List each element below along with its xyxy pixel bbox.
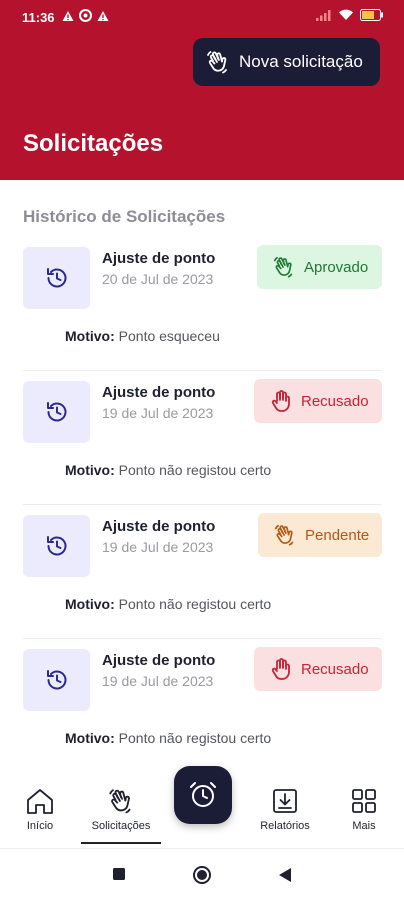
- request-title: Ajuste de ponto: [102, 652, 216, 669]
- back-button[interactable]: [278, 867, 292, 883]
- status-label: Recusado: [301, 660, 369, 678]
- hand-stop-icon: [271, 658, 290, 680]
- recents-button[interactable]: [112, 867, 126, 881]
- request-card[interactable]: Ajuste de ponto 19 de Jul de 2023 Recusa…: [0, 639, 404, 773]
- nav-label: Início: [26, 820, 54, 832]
- request-reason: Motivo: Ponto não registou certo: [65, 596, 271, 612]
- signal-icon: [316, 10, 331, 21]
- alarm-clock-icon: [190, 782, 216, 807]
- request-card[interactable]: Ajuste de ponto 20 de Jul de 2023 Aprova…: [0, 237, 404, 371]
- nav-item-mais[interactable]: Mais: [344, 787, 384, 832]
- history-icon-box: [23, 247, 90, 309]
- nav-label: Relatórios: [260, 820, 310, 832]
- download-icon: [273, 789, 297, 813]
- request-date: 19 de Jul de 2023: [102, 539, 214, 555]
- status-badge: Recusado: [254, 379, 382, 423]
- nav-item-relatorios[interactable]: Relatórios: [254, 787, 316, 832]
- request-title: Ajuste de ponto: [102, 250, 216, 267]
- request-reason: Motivo: Ponto não registou certo: [65, 462, 271, 478]
- page-title: Solicitações: [23, 130, 164, 157]
- nav-item-solicitacoes[interactable]: Solicitações: [84, 787, 158, 832]
- app-header: 11:36 Nova solicitação Solicitações: [0, 0, 404, 180]
- hand-wave-icon: [273, 256, 293, 278]
- reason-text: Ponto não registou certo: [118, 462, 272, 478]
- status-label: Pendente: [305, 526, 370, 544]
- hand-wave-icon: [109, 789, 131, 814]
- request-reason: Motivo: Ponto não registou certo: [65, 730, 271, 746]
- warning-icon: [97, 10, 109, 21]
- hand-wave-icon: [274, 524, 294, 546]
- status-time: 11:36: [22, 10, 55, 25]
- request-title: Ajuste de ponto: [102, 384, 216, 401]
- status-badge: Pendente: [258, 513, 382, 557]
- request-date: 19 de Jul de 2023: [102, 405, 214, 421]
- hand-stop-icon: [271, 390, 290, 412]
- history-icon-box: [23, 515, 90, 577]
- request-reason: Motivo: Ponto esqueceu: [65, 328, 220, 344]
- status-system-icons: [316, 9, 384, 21]
- reason-text: Ponto não registou certo: [118, 730, 272, 746]
- request-card[interactable]: Ajuste de ponto 19 de Jul de 2023 Penden…: [0, 505, 404, 639]
- reason-text: Ponto esqueceu: [118, 328, 220, 344]
- reason-label: Motivo:: [65, 328, 115, 344]
- request-title: Ajuste de ponto: [102, 518, 216, 535]
- history-icon: [46, 402, 66, 422]
- history-icon: [46, 536, 66, 556]
- status-badge: Recusado: [254, 647, 382, 691]
- app-notification-icon: [79, 9, 92, 22]
- reason-label: Motivo:: [65, 462, 115, 478]
- status-badge: Aprovado: [257, 245, 382, 289]
- warning-icon: [62, 10, 74, 21]
- wifi-icon: [339, 9, 353, 20]
- reason-label: Motivo:: [65, 596, 115, 612]
- grid-icon: [352, 789, 376, 813]
- status-label: Recusado: [301, 392, 369, 410]
- new-request-label: Nova solicitação: [239, 52, 363, 71]
- request-date: 19 de Jul de 2023: [102, 673, 214, 689]
- new-request-button[interactable]: Nova solicitação: [193, 38, 380, 86]
- active-tab-indicator: [81, 842, 161, 844]
- home-button[interactable]: [192, 865, 212, 885]
- history-icon: [46, 268, 66, 288]
- status-label: Aprovado: [304, 258, 369, 276]
- request-date: 20 de Jul de 2023: [102, 271, 214, 287]
- nav-label: Solicitações: [91, 820, 151, 832]
- request-card[interactable]: Ajuste de ponto 19 de Jul de 2023 Recusa…: [0, 371, 404, 505]
- system-navigation-bar: [0, 848, 404, 900]
- clock-in-fab[interactable]: [174, 766, 232, 824]
- home-icon: [27, 789, 53, 814]
- nav-label: Mais: [352, 820, 376, 832]
- reason-label: Motivo:: [65, 730, 115, 746]
- history-icon: [46, 670, 66, 690]
- hand-wave-icon: [207, 51, 227, 74]
- reason-text: Ponto não registou certo: [118, 596, 272, 612]
- status-notification-icons: [62, 9, 109, 22]
- history-icon-box: [23, 381, 90, 443]
- battery-icon: [360, 9, 383, 21]
- section-title: Histórico de Solicitações: [23, 207, 226, 226]
- nav-item-inicio[interactable]: Início: [14, 787, 66, 832]
- status-bar: 11:36: [0, 0, 404, 38]
- history-icon-box: [23, 649, 90, 711]
